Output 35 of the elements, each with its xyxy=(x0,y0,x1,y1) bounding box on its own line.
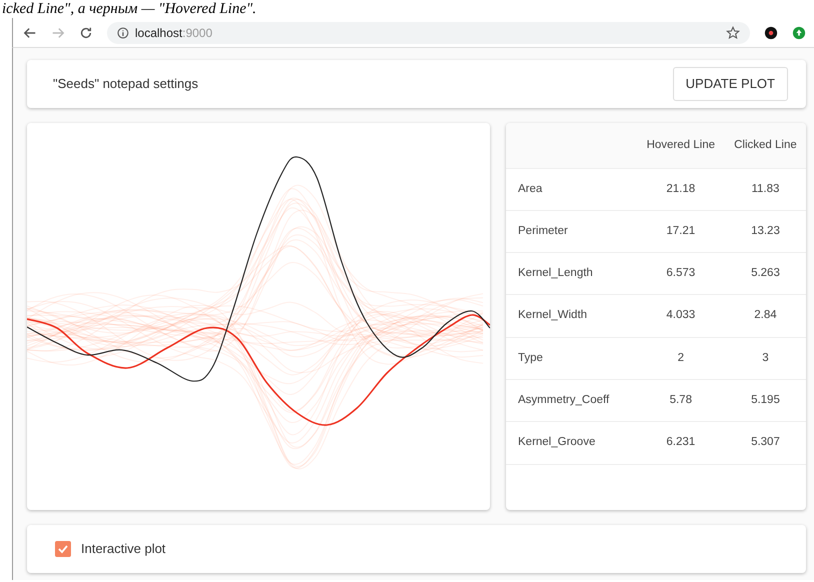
document-caption: icked Line", а черным — "Hovered Line". xyxy=(2,1,256,17)
reload-icon[interactable] xyxy=(79,26,93,40)
table-cell: 4.033 xyxy=(666,309,696,322)
star-icon[interactable] xyxy=(726,26,740,40)
table-cell: 3 xyxy=(762,352,769,364)
extension-icon[interactable] xyxy=(764,26,778,40)
column-header: Hovered Line xyxy=(646,138,715,151)
table-cell: Area xyxy=(518,182,542,195)
table-cell: 5.78 xyxy=(670,394,692,406)
table-cell: Asymmetry_Coeff xyxy=(518,394,610,406)
table-cell: Kernel_Length xyxy=(518,267,593,280)
table-cell: 13.23 xyxy=(751,224,780,237)
table-cell: Kernel_Width xyxy=(518,309,588,322)
table-cell: 5.307 xyxy=(751,436,780,448)
column-header: Clicked Line xyxy=(734,138,797,151)
table-cell: 17.21 xyxy=(666,224,696,237)
table-cell: Type xyxy=(518,352,543,364)
table-cell: 6.573 xyxy=(666,267,696,280)
page-title: "Seeds" notepad settings xyxy=(53,75,198,94)
table-cell: Perimeter xyxy=(518,224,568,237)
table-cell: Kernel_Groove xyxy=(518,436,596,448)
table-cell: 5.263 xyxy=(751,267,780,280)
table-cell: 11.83 xyxy=(751,182,780,195)
checkbox[interactable] xyxy=(55,541,71,557)
back-icon[interactable] xyxy=(23,26,37,40)
check-icon xyxy=(57,543,69,555)
table-cell: 2.84 xyxy=(754,309,777,322)
table-cell: 5.195 xyxy=(751,394,780,406)
table-cell: 2 xyxy=(678,352,684,364)
checkbox-label: Interactive plot xyxy=(81,540,166,558)
address-field[interactable]: localhost:9000 xyxy=(135,24,212,42)
table-cell: 21.18 xyxy=(666,182,696,195)
info-icon xyxy=(117,26,129,38)
table-cell: 6.231 xyxy=(666,436,696,448)
update-plot-button[interactable]: UPDATE PLOT xyxy=(672,67,788,101)
